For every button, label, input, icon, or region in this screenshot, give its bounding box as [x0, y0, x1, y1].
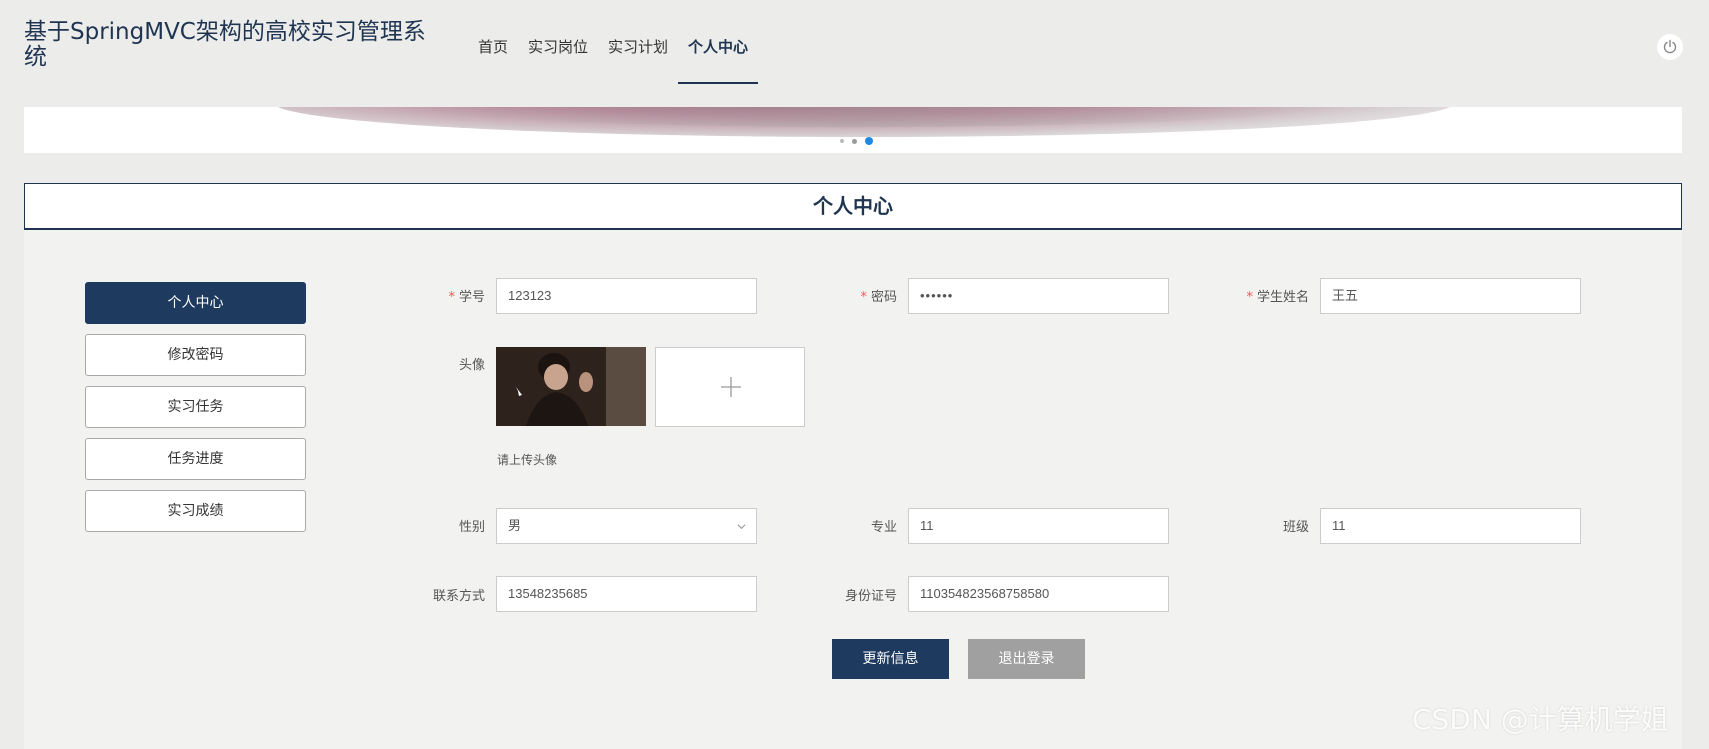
major-label: 专业: [870, 520, 897, 535]
site-title: 基于SpringMVC架构的高校实习管理系统: [24, 19, 426, 70]
header: 基于SpringMVC架构的高校实习管理系统 首页 实习岗位 实习计划 个人中心: [0, 0, 1709, 95]
carousel-indicators: [840, 137, 873, 145]
sidebar-item-task-progress[interactable]: 任务进度: [85, 438, 306, 480]
nav-home[interactable]: 首页: [468, 0, 518, 84]
carousel-dot-3[interactable]: [865, 137, 873, 145]
student-id-input[interactable]: 123123: [496, 278, 757, 314]
sidebar-item-internship-grades[interactable]: 实习成绩: [85, 490, 306, 532]
chevron-down-icon: [737, 524, 746, 530]
sidebar-item-personal-center[interactable]: 个人中心: [85, 282, 306, 324]
gender-select-value: 男: [508, 518, 522, 533]
nav-internship-plan[interactable]: 实习计划: [598, 0, 678, 84]
avatar-hint: 请上传头像: [497, 453, 558, 467]
sidebar-item-change-password[interactable]: 修改密码: [85, 334, 306, 376]
carousel-dot-2[interactable]: [852, 138, 857, 144]
main-nav: 首页 实习岗位 实习计划 个人中心: [468, 0, 759, 84]
student-name-input[interactable]: 王五: [1320, 278, 1581, 314]
banner-carousel: [24, 107, 1682, 153]
student-name-label: * 学生姓名: [1246, 290, 1309, 305]
class-label: 班级: [1282, 520, 1309, 535]
class-input[interactable]: 11: [1320, 508, 1581, 544]
gender-select[interactable]: 男: [496, 508, 757, 544]
section-title: 个人中心: [24, 183, 1682, 230]
contact-label: 联系方式: [432, 589, 485, 604]
password-label: * 密码: [860, 290, 897, 305]
avatar-image[interactable]: [496, 347, 646, 426]
update-info-button[interactable]: 更新信息: [832, 639, 949, 679]
logout-button[interactable]: 退出登录: [968, 639, 1085, 679]
power-icon: [1663, 39, 1677, 54]
student-id-label: * 学号: [448, 290, 485, 305]
avatar-upload-box[interactable]: [655, 347, 805, 427]
avatar-photo: [496, 347, 646, 426]
password-input[interactable]: ••••••: [908, 278, 1169, 314]
watermark: CSDN @计算机学姐: [1412, 703, 1669, 736]
plus-icon: [721, 377, 741, 397]
carousel-dot-1[interactable]: [840, 139, 844, 143]
nav-personal-center[interactable]: 个人中心: [678, 0, 759, 84]
gender-label: 性别: [458, 520, 485, 535]
power-button[interactable]: [1657, 34, 1683, 60]
major-input[interactable]: 11: [908, 508, 1169, 544]
avatar-label: 头像: [458, 358, 485, 373]
nav-internship-positions[interactable]: 实习岗位: [518, 0, 598, 84]
contact-input[interactable]: 13548235685: [496, 576, 757, 612]
id-card-label: 身份证号: [844, 589, 897, 604]
sidebar-item-internship-tasks[interactable]: 实习任务: [85, 386, 306, 428]
id-card-input[interactable]: 110354823568758580: [908, 576, 1169, 612]
